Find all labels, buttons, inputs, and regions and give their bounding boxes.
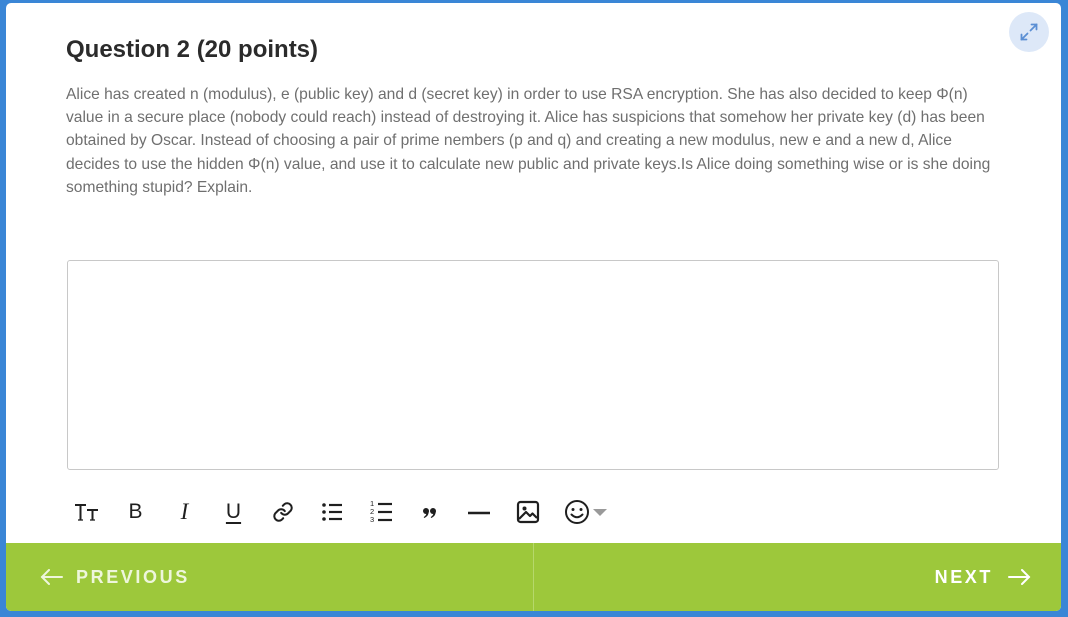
link-icon <box>272 502 293 522</box>
arrow-right-icon <box>1008 569 1031 585</box>
navigation-footer: PREVIOUS NEXT <box>6 543 1061 611</box>
arrow-left-icon <box>40 569 63 585</box>
text-size-button[interactable] <box>62 495 111 529</box>
answer-input[interactable] <box>67 260 999 470</box>
bold-icon: B <box>128 500 143 523</box>
quote-button[interactable] <box>405 495 454 529</box>
image-button[interactable] <box>503 495 552 529</box>
expand-button[interactable] <box>1009 12 1049 52</box>
question-text: Alice has created n (modulus), e (public… <box>66 86 991 196</box>
chevron-down-icon <box>593 509 607 516</box>
quote-icon <box>422 508 436 518</box>
previous-label: PREVIOUS <box>76 566 190 587</box>
bullet-list-icon <box>321 503 342 521</box>
previous-button[interactable]: PREVIOUS <box>6 543 534 611</box>
question-title: Question 2 (20 points) <box>66 36 319 63</box>
link-button[interactable] <box>258 495 307 529</box>
italic-button[interactable]: I <box>160 495 209 529</box>
next-button[interactable]: NEXT <box>534 543 1062 611</box>
bold-button[interactable]: B <box>111 495 160 529</box>
question-card: Question 2 (20 points) Alice has created… <box>6 3 1061 611</box>
bullet-list-button[interactable] <box>307 495 356 529</box>
emoji-button[interactable] <box>552 495 612 529</box>
expand-icon <box>1020 23 1038 41</box>
editor-toolbar: B I U 1 2 3 <box>62 495 612 529</box>
text-size-icon <box>74 504 98 521</box>
underline-button[interactable]: U <box>209 495 258 529</box>
svg-text:3: 3 <box>370 515 374 524</box>
image-icon <box>516 500 539 524</box>
numbered-list-icon: 123 <box>370 499 392 524</box>
next-label: NEXT <box>934 566 993 587</box>
horizontal-rule-icon <box>467 511 490 515</box>
underline-icon: U <box>225 500 242 523</box>
horizontal-rule-button[interactable] <box>454 495 503 529</box>
emoji-icon <box>565 500 589 524</box>
numbered-list-button[interactable]: 123 <box>356 495 405 529</box>
italic-icon: I <box>180 499 189 524</box>
